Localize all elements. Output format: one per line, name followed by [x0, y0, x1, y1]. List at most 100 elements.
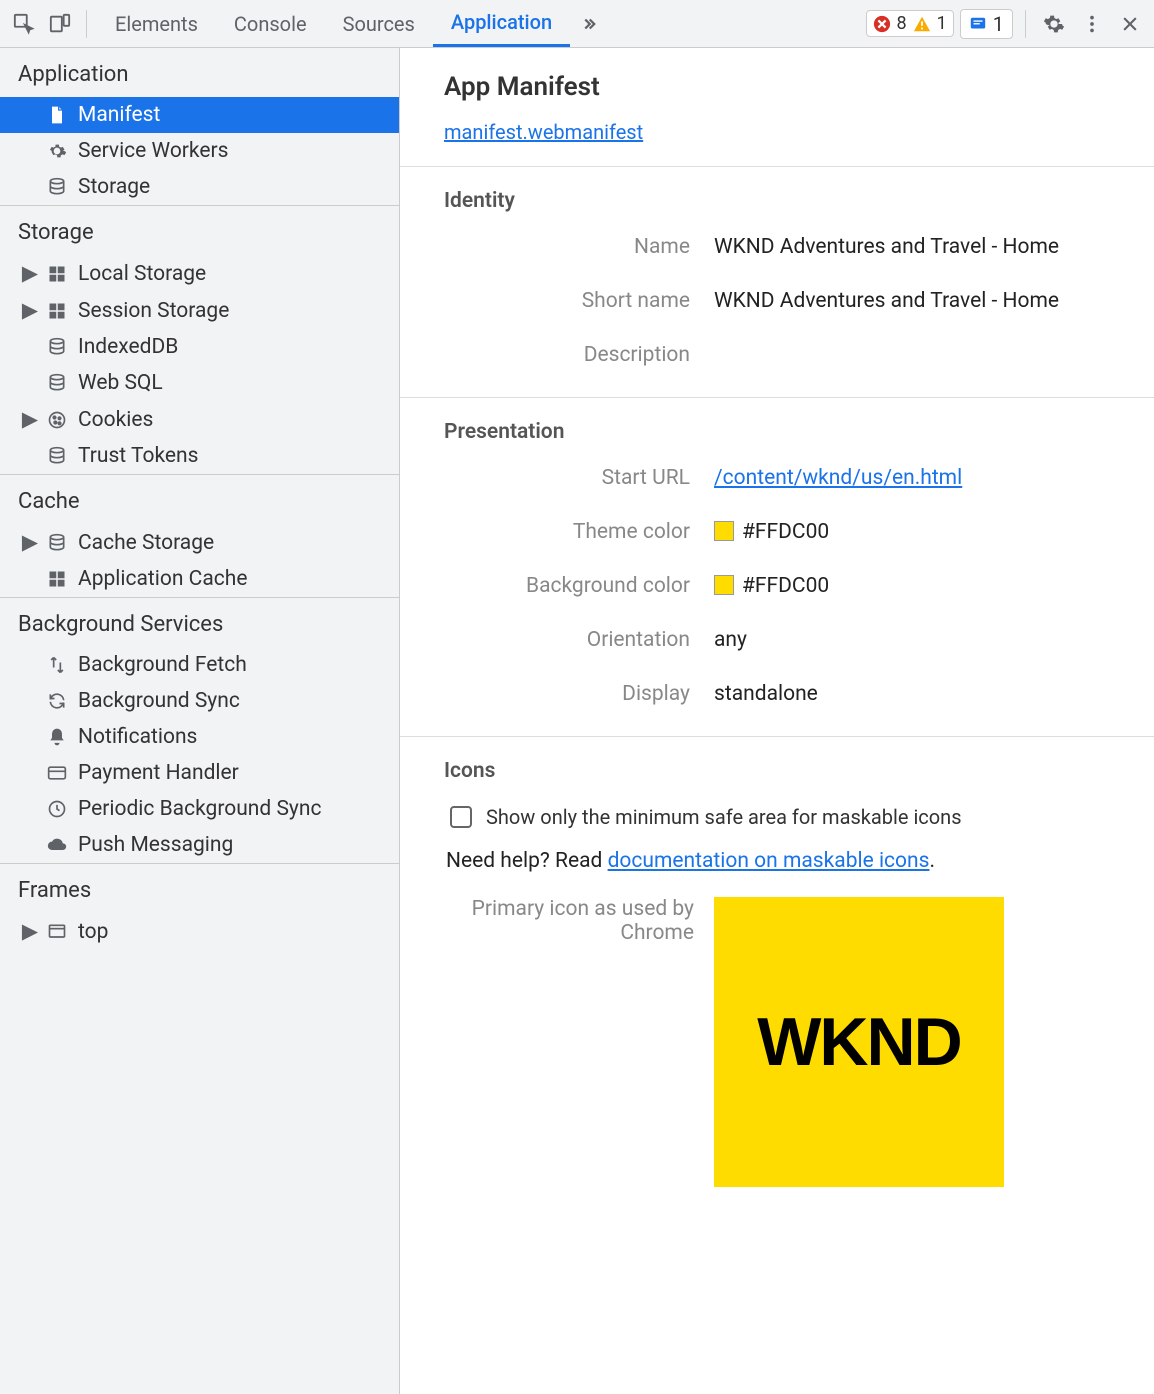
sidebar-item-background-sync[interactable]: Background Sync — [0, 683, 399, 719]
clock-icon — [46, 798, 68, 820]
sidebar-item-label: Notifications — [78, 725, 197, 749]
database-icon — [46, 445, 68, 467]
sidebar-item-cookies[interactable]: ▶ Cookies — [0, 401, 399, 438]
grid-icon — [46, 300, 68, 322]
device-toggle-icon[interactable] — [44, 8, 76, 40]
file-icon — [46, 104, 68, 126]
sidebar-item-label: Storage — [78, 175, 150, 199]
cookie-icon — [46, 409, 68, 431]
sidebar-item-label: Web SQL — [78, 371, 163, 395]
background-color-label: Background color — [444, 574, 694, 598]
sidebar-item-label: Session Storage — [78, 299, 229, 323]
identity-heading: Identity — [444, 189, 1124, 213]
maskable-docs-link[interactable]: documentation on maskable icons — [608, 849, 930, 873]
sidebar-item-label: Application Cache — [78, 567, 247, 591]
icons-heading: Icons — [444, 759, 1124, 783]
toolbar-divider — [86, 10, 87, 38]
tab-sources[interactable]: Sources — [325, 0, 433, 47]
description-label: Description — [444, 343, 694, 367]
sidebar-item-label: Payment Handler — [78, 761, 239, 785]
sidebar-item-background-fetch[interactable]: Background Fetch — [0, 647, 399, 683]
bell-icon — [46, 726, 68, 748]
display-value: standalone — [714, 682, 818, 706]
presentation-heading: Presentation — [444, 420, 1124, 444]
toolbar-divider — [1025, 10, 1026, 38]
arrows-icon — [46, 654, 68, 676]
sidebar-item-local-storage[interactable]: ▶ Local Storage — [0, 255, 399, 292]
manifest-filename-link[interactable]: manifest.webmanifest — [444, 120, 643, 144]
sidebar-item-label: Background Sync — [78, 689, 240, 713]
sidebar-section-storage: Storage — [0, 206, 399, 255]
sidebar-section-application: Application — [0, 48, 399, 97]
sidebar-item-label: Push Messaging — [78, 833, 233, 857]
error-count: 8 — [897, 13, 907, 34]
inspect-element-icon[interactable] — [8, 8, 40, 40]
sidebar-item-periodic-background-sync[interactable]: Periodic Background Sync — [0, 791, 399, 827]
sidebar-item-cache-storage[interactable]: ▶ Cache Storage — [0, 524, 399, 561]
sidebar-item-label: Local Storage — [78, 262, 206, 286]
sidebar-item-label: Service Workers — [78, 139, 228, 163]
background-color-value: #FFDC00 — [714, 574, 829, 598]
issue-count: 1 — [993, 12, 1004, 36]
maskable-checkbox[interactable] — [450, 806, 472, 828]
settings-icon[interactable] — [1038, 8, 1070, 40]
devtools-toolbar: Elements Console Sources Application 8 1… — [0, 0, 1154, 48]
sidebar-item-top-frame[interactable]: ▶ top — [0, 913, 399, 950]
sidebar-item-service-workers[interactable]: Service Workers — [0, 133, 399, 169]
theme-color-label: Theme color — [444, 520, 694, 544]
sidebar-item-label: Trust Tokens — [78, 444, 198, 468]
name-value: WKND Adventures and Travel - Home — [714, 235, 1059, 259]
close-icon[interactable] — [1114, 8, 1146, 40]
sidebar-item-label: IndexedDB — [78, 335, 178, 359]
sidebar-item-websql[interactable]: Web SQL — [0, 365, 399, 401]
window-icon — [46, 921, 68, 943]
page-title: App Manifest — [444, 72, 1124, 102]
display-label: Display — [444, 682, 694, 706]
background-color-swatch — [714, 575, 734, 595]
tab-more[interactable] — [570, 0, 608, 47]
sidebar-item-application-cache[interactable]: Application Cache — [0, 561, 399, 597]
short-name-value: WKND Adventures and Travel - Home — [714, 289, 1059, 313]
sidebar-item-payment-handler[interactable]: Payment Handler — [0, 755, 399, 791]
application-sidebar: Application Manifest Service Workers Sto… — [0, 48, 400, 1394]
more-menu-icon[interactable] — [1076, 8, 1108, 40]
sidebar-item-label: Manifest — [78, 103, 160, 127]
grid-icon — [46, 263, 68, 285]
sidebar-item-trust-tokens[interactable]: Trust Tokens — [0, 438, 399, 474]
maskable-checkbox-label: Show only the minimum safe area for mask… — [486, 805, 962, 829]
database-icon — [46, 176, 68, 198]
chevron-right-icon: ▶ — [24, 261, 36, 286]
tab-application[interactable]: Application — [433, 0, 570, 47]
sidebar-item-label: Background Fetch — [78, 653, 247, 677]
tab-elements[interactable]: Elements — [97, 0, 216, 47]
sidebar-item-session-storage[interactable]: ▶ Session Storage — [0, 292, 399, 329]
short-name-label: Short name — [444, 289, 694, 313]
sidebar-item-push-messaging[interactable]: Push Messaging — [0, 827, 399, 863]
sidebar-item-storage[interactable]: Storage — [0, 169, 399, 205]
chevron-right-icon: ▶ — [24, 407, 36, 432]
theme-color-value: #FFDC00 — [714, 520, 829, 544]
sidebar-item-label: Cache Storage — [78, 531, 214, 555]
sidebar-item-label: Cookies — [78, 408, 153, 432]
warning-count: 1 — [937, 13, 947, 34]
error-icon — [873, 15, 891, 33]
orientation-label: Orientation — [444, 628, 694, 652]
tab-console[interactable]: Console — [216, 0, 325, 47]
sidebar-item-manifest[interactable]: Manifest — [0, 97, 399, 133]
orientation-value: any — [714, 628, 747, 652]
gear-icon — [46, 140, 68, 162]
sidebar-item-notifications[interactable]: Notifications — [0, 719, 399, 755]
console-alerts-badge[interactable]: 8 1 — [866, 10, 954, 37]
start-url-link[interactable]: /content/wknd/us/en.html — [714, 466, 962, 490]
sidebar-section-cache: Cache — [0, 475, 399, 524]
issues-badge[interactable]: 1 — [960, 9, 1013, 39]
grid-icon — [46, 568, 68, 590]
primary-icon-label: Primary icon as used by Chrome — [444, 897, 694, 945]
sidebar-item-indexeddb[interactable]: IndexedDB — [0, 329, 399, 365]
chevron-right-icon: ▶ — [24, 919, 36, 944]
primary-icon-preview: WKND — [714, 897, 1004, 1187]
sync-icon — [46, 690, 68, 712]
name-label: Name — [444, 235, 694, 259]
card-icon — [46, 762, 68, 784]
devtools-tabs: Elements Console Sources Application — [97, 0, 608, 47]
